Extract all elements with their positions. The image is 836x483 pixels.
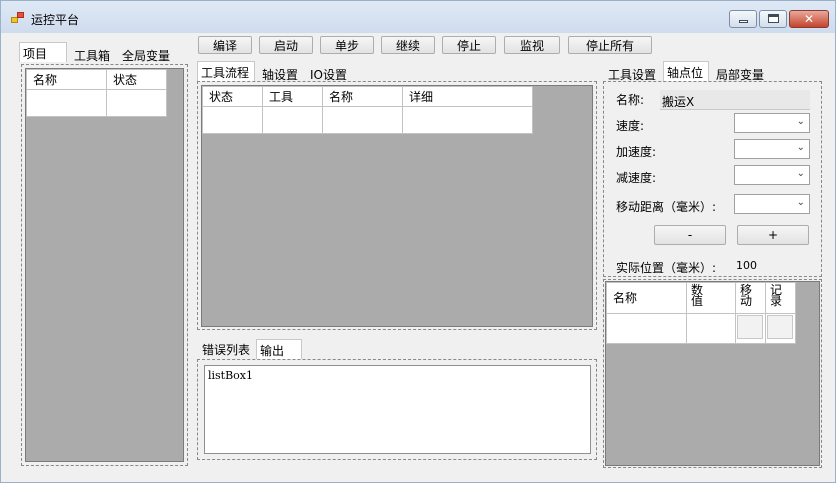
actual-pos-label: 实际位置（毫米）: xyxy=(616,261,717,275)
column-header-record-label: 记录 xyxy=(770,283,783,308)
column-header-status[interactable]: 状态 xyxy=(202,86,263,107)
column-header-record[interactable]: 记录 xyxy=(765,282,796,314)
tab-global-vars[interactable]: 全局变量 xyxy=(119,45,173,63)
column-header-value[interactable]: 数值 xyxy=(686,282,736,314)
stop-all-button[interactable]: 停止所有 xyxy=(568,36,652,54)
tab-tool-settings-label: 工具设置 xyxy=(608,68,657,82)
column-header-name[interactable]: 名称 xyxy=(322,86,403,107)
table-cell xyxy=(765,313,796,344)
project-table: 名称 状态 xyxy=(26,69,167,117)
tab-output-label: 输出 xyxy=(260,344,285,358)
tab-global-vars-label: 全局变量 xyxy=(122,49,171,63)
column-header-detail[interactable]: 详细 xyxy=(402,86,533,107)
close-icon: ✕ xyxy=(803,12,815,26)
name-value: 搬运X xyxy=(662,95,695,109)
tab-io-settings-label: IO设置 xyxy=(310,68,347,82)
chevron-down-icon: ⌄ xyxy=(796,197,805,208)
actual-pos-value: 100 xyxy=(736,259,757,272)
column-header-status[interactable]: 状态 xyxy=(106,69,167,90)
tab-project[interactable]: 项目 xyxy=(19,42,67,62)
flow-panel: 状态 工具 名称 详细 xyxy=(197,81,597,330)
table-row[interactable] xyxy=(202,106,533,134)
tab-error-list[interactable]: 错误列表 xyxy=(199,339,253,357)
table-cell[interactable] xyxy=(262,106,323,134)
record-cell-button[interactable] xyxy=(767,315,793,339)
compile-button[interactable]: 编译 xyxy=(198,36,252,54)
column-header-name[interactable]: 名称 xyxy=(606,282,687,314)
maximize-button[interactable] xyxy=(759,10,787,28)
column-header-name[interactable]: 名称 xyxy=(26,69,107,90)
chevron-down-icon: ⌄ xyxy=(796,116,805,127)
main-window: 运控平台 ✕ 项目 工具箱 全局变量 名称 状态 编译 启动 单步 继续 停止 … xyxy=(0,0,836,483)
distance-combo[interactable]: ⌄ xyxy=(734,194,810,214)
tab-local-vars-label: 局部变量 xyxy=(716,68,765,82)
decel-combo[interactable]: ⌄ xyxy=(734,165,810,185)
decel-label: 减速度: xyxy=(616,171,657,185)
accel-combo[interactable]: ⌄ xyxy=(734,139,810,159)
minimize-icon xyxy=(739,20,748,23)
tab-toolbox[interactable]: 工具箱 xyxy=(71,45,113,63)
window-title: 运控平台 xyxy=(31,13,80,27)
tab-local-vars[interactable]: 局部变量 xyxy=(713,64,767,82)
monitor-button[interactable]: 监视 xyxy=(504,36,560,54)
flow-table: 状态 工具 名称 详细 xyxy=(202,86,533,134)
name-field: 搬运X xyxy=(660,90,810,110)
table-cell[interactable] xyxy=(402,106,533,134)
distance-label: 移动距离（毫米）: xyxy=(616,200,717,214)
tab-tool-flow[interactable]: 工具流程 xyxy=(197,61,255,81)
tab-tool-settings[interactable]: 工具设置 xyxy=(605,64,659,82)
table-cell[interactable] xyxy=(606,313,687,344)
tab-project-label: 项目 xyxy=(23,47,48,61)
chevron-down-icon: ⌄ xyxy=(796,142,805,153)
app-icon xyxy=(11,12,25,24)
minimize-button[interactable] xyxy=(729,10,757,28)
maximize-icon xyxy=(768,14,779,23)
move-cell-button[interactable] xyxy=(737,315,763,339)
tab-axis-points[interactable]: 轴点位 xyxy=(663,61,709,81)
axis-point-panel: 名称: 搬运X 速度: ⌄ 加速度: ⌄ 减速度: ⌄ 移动距离（毫米）: ⌄ … xyxy=(603,81,822,277)
points-grid[interactable]: 名称 数值 移动 记录 xyxy=(605,281,820,466)
tab-axis-points-label: 轴点位 xyxy=(667,66,704,80)
tab-io-settings[interactable]: IO设置 xyxy=(307,64,350,82)
output-panel: listBox1 xyxy=(197,359,597,460)
tab-toolbox-label: 工具箱 xyxy=(74,49,111,63)
accel-label: 加速度: xyxy=(616,145,657,159)
table-cell[interactable] xyxy=(686,313,736,344)
table-cell[interactable] xyxy=(106,89,167,117)
jog-plus-button[interactable]: + xyxy=(737,225,809,245)
points-panel: 名称 数值 移动 记录 xyxy=(603,279,822,468)
points-table: 名称 数值 移动 记录 xyxy=(606,282,796,344)
tab-error-list-label: 错误列表 xyxy=(202,343,251,357)
continue-button[interactable]: 继续 xyxy=(381,36,435,54)
table-cell[interactable] xyxy=(322,106,403,134)
title-bar[interactable]: 运控平台 ✕ xyxy=(1,1,835,33)
name-label: 名称: xyxy=(616,93,645,107)
left-panel: 名称 状态 xyxy=(21,64,188,466)
table-row[interactable] xyxy=(26,89,167,117)
table-cell[interactable] xyxy=(202,106,263,134)
start-button[interactable]: 启动 xyxy=(259,36,313,54)
tab-axis-settings-label: 轴设置 xyxy=(262,68,299,82)
step-button[interactable]: 单步 xyxy=(320,36,374,54)
tab-output[interactable]: 输出 xyxy=(256,339,302,359)
column-header-tool[interactable]: 工具 xyxy=(262,86,323,107)
flow-grid[interactable]: 状态 工具 名称 详细 xyxy=(201,85,593,327)
table-row[interactable] xyxy=(606,313,796,344)
speed-combo[interactable]: ⌄ xyxy=(734,113,810,133)
listbox-text: listBox1 xyxy=(208,369,254,382)
tab-axis-settings[interactable]: 轴设置 xyxy=(259,64,301,82)
tab-tool-flow-label: 工具流程 xyxy=(201,66,250,80)
jog-minus-button[interactable]: - xyxy=(654,225,726,245)
speed-label: 速度: xyxy=(616,119,645,133)
stop-button[interactable]: 停止 xyxy=(442,36,496,54)
column-header-move[interactable]: 移动 xyxy=(735,282,766,314)
table-cell xyxy=(735,313,766,344)
chevron-down-icon: ⌄ xyxy=(796,168,805,179)
project-grid[interactable]: 名称 状态 xyxy=(25,68,184,462)
close-button[interactable]: ✕ xyxy=(789,10,829,28)
column-header-value-label: 数值 xyxy=(691,283,704,308)
output-listbox[interactable]: listBox1 xyxy=(204,365,591,454)
column-header-move-label: 移动 xyxy=(740,283,753,308)
table-cell[interactable] xyxy=(26,89,107,117)
